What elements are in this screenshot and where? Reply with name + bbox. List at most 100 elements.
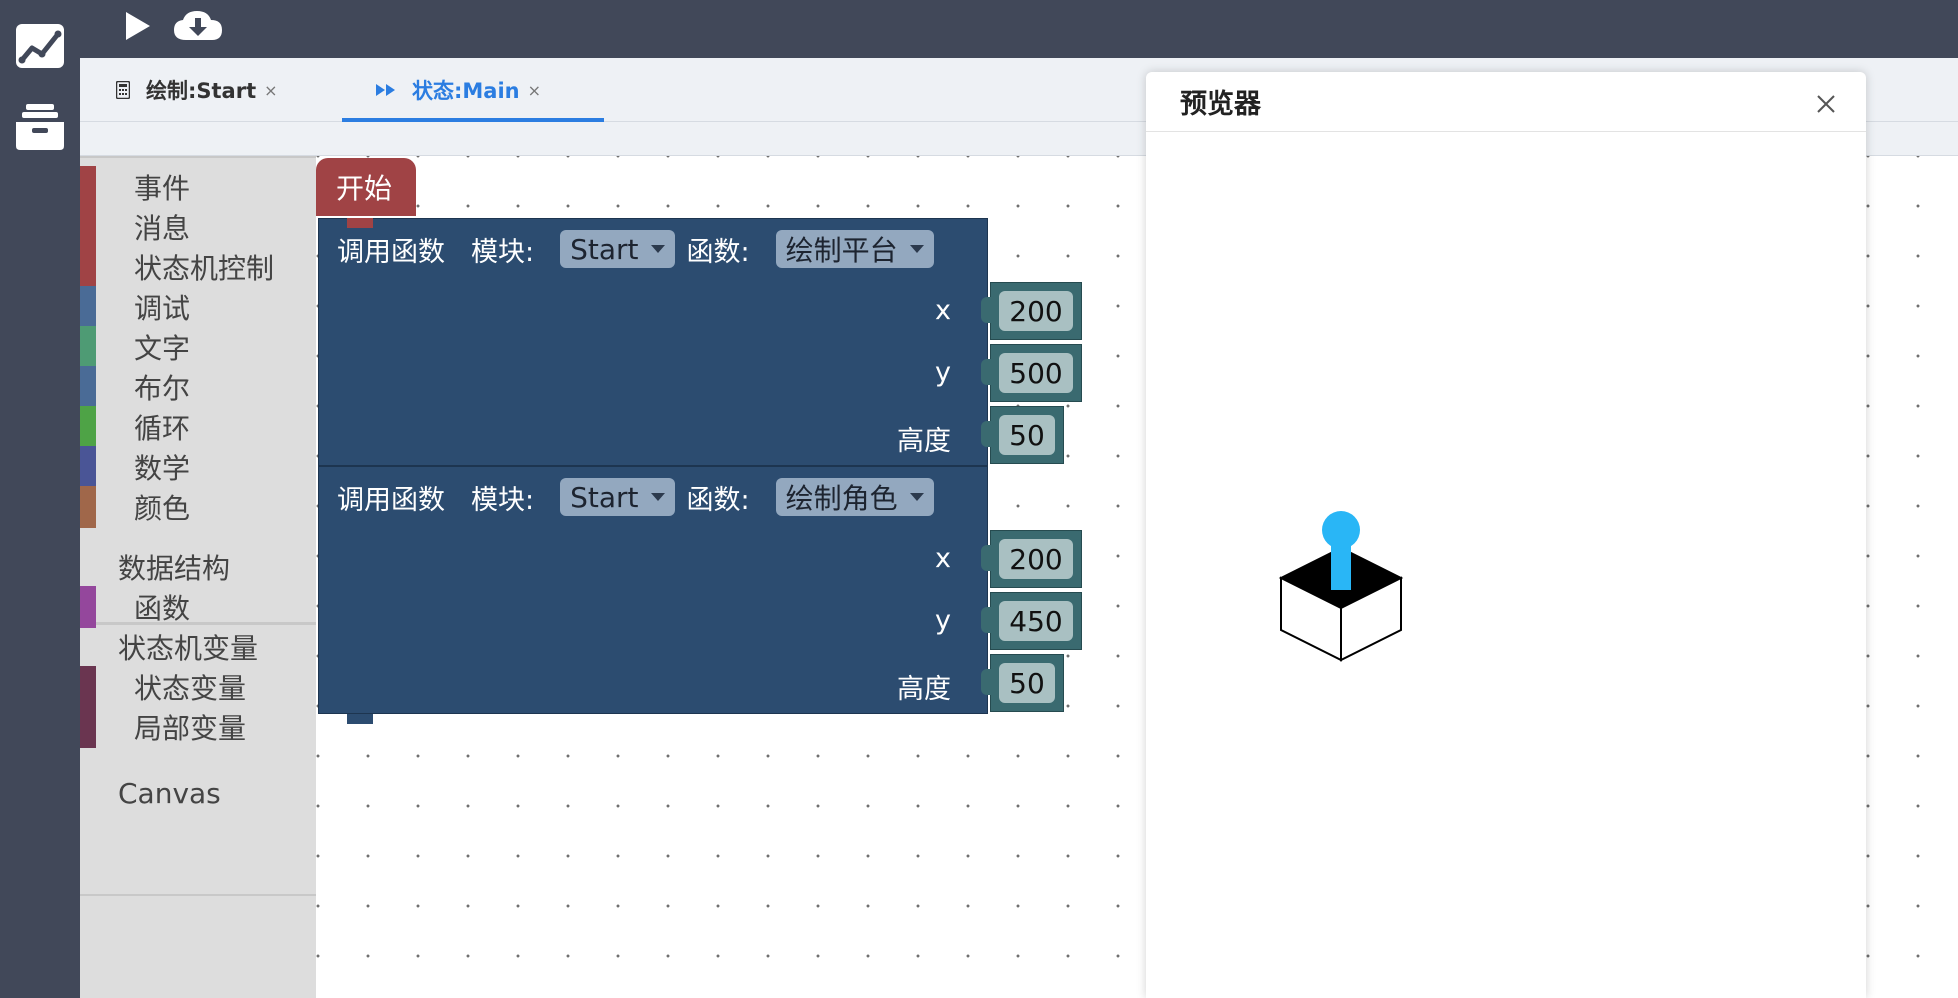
category-label: 数据结构 [118, 552, 231, 585]
left-rail [0, 0, 80, 998]
category-label: 状态机变量 [118, 632, 259, 665]
hat-label: 开始 [336, 172, 393, 205]
call-function-block[interactable]: 调用函数 模块: Start 函数: 绘制平台 x y 高度 [318, 218, 988, 466]
category-colors[interactable]: 颜色 [80, 486, 316, 528]
arg-label-x: x [935, 543, 951, 574]
block-header: 调用函数 模块: Start 函数: 绘制平台 [337, 229, 934, 269]
function-dropdown[interactable]: 绘制平台 [775, 230, 934, 268]
value-connector [981, 669, 995, 695]
number-block[interactable]: 450 [981, 592, 1082, 650]
module-value: Start [570, 232, 639, 266]
category-label: 状态变量 [134, 672, 247, 705]
module-dropdown[interactable]: Start [560, 230, 675, 268]
category-state-variables[interactable]: 状态变量 [80, 666, 316, 708]
close-button[interactable] [1814, 92, 1838, 116]
module-label: 模块: [471, 236, 535, 268]
module-dropdown[interactable]: Start [560, 478, 675, 516]
preview-canvas-sprite [1278, 510, 1408, 674]
category-label: 循环 [134, 412, 191, 445]
function-value: 绘制平台 [785, 234, 898, 267]
number-field[interactable]: 500 [999, 353, 1073, 393]
arg-label-y: y [935, 357, 951, 388]
number-field[interactable]: 200 [999, 539, 1073, 579]
number-field[interactable]: 50 [999, 415, 1055, 455]
category-label: 文字 [134, 332, 191, 365]
function-dropdown[interactable]: 绘制角色 [775, 478, 934, 516]
category-label: 调试 [134, 292, 191, 325]
category-debug[interactable]: 调试 [80, 286, 316, 328]
function-label: 函数: [686, 236, 750, 268]
category-data-structures[interactable]: 数据结构 [80, 546, 316, 588]
dropdown-arrow-icon [909, 493, 924, 501]
call-label: 调用函数 [337, 484, 445, 516]
call-label: 调用函数 [337, 236, 445, 268]
category-color-swatch [80, 406, 96, 448]
preview-title: 预览器 [1180, 89, 1261, 120]
category-functions[interactable]: 函数 [80, 586, 316, 628]
download-button[interactable] [168, 4, 228, 48]
toolbox-divider [80, 156, 316, 158]
category-fsm-control[interactable]: 状态机控制 [80, 246, 316, 288]
tab-close-icon[interactable]: × [528, 81, 541, 100]
category-boolean[interactable]: 布尔 [80, 366, 316, 408]
category-loops[interactable]: 循环 [80, 406, 316, 448]
function-label: 函数: [686, 484, 750, 516]
dropdown-arrow-icon [650, 245, 665, 253]
category-canvas[interactable]: Canvas [80, 772, 316, 814]
toolbox-divider [80, 894, 316, 896]
category-label: 消息 [134, 212, 191, 245]
category-color-swatch [80, 246, 96, 288]
category-label: 局部变量 [134, 712, 247, 745]
category-messages[interactable]: 消息 [80, 206, 316, 248]
category-fsm-variables[interactable]: 状态机变量 [80, 626, 316, 668]
category-events[interactable]: 事件 [80, 166, 316, 208]
category-label: 函数 [134, 592, 191, 625]
inbox-icon[interactable] [14, 100, 66, 152]
preview-header: 预览器 [1146, 72, 1866, 132]
number-block[interactable]: 200 [981, 282, 1082, 340]
number-block[interactable]: 50 [981, 654, 1064, 712]
tab-close-icon[interactable]: × [264, 81, 277, 100]
category-text[interactable]: 文字 [80, 326, 316, 368]
category-color-swatch [80, 486, 96, 528]
chart-icon[interactable] [14, 20, 66, 72]
category-label: 事件 [134, 172, 191, 205]
block-notch [347, 714, 373, 724]
number-field[interactable]: 200 [999, 291, 1073, 331]
category-math[interactable]: 数学 [80, 446, 316, 488]
value-connector [981, 545, 995, 571]
block-notch [347, 218, 373, 228]
tab-state-main[interactable]: 状态:Main × [376, 58, 541, 122]
arg-label-y: y [935, 605, 951, 636]
tab-label: 绘制:Start [146, 79, 257, 103]
category-color-swatch [80, 166, 96, 208]
number-block[interactable]: 500 [981, 344, 1082, 402]
tab-draw-start[interactable]: 绘制:Start × [116, 58, 278, 122]
arg-label-x: x [935, 295, 951, 326]
category-color-swatch [80, 326, 96, 368]
function-value: 绘制角色 [785, 482, 898, 515]
arg-label-height: 高度 [897, 674, 951, 705]
number-block[interactable]: 50 [981, 406, 1064, 464]
category-color-swatch [80, 706, 96, 748]
call-function-block[interactable]: 调用函数 模块: Start 函数: 绘制角色 x y 高度 [318, 466, 988, 724]
category-color-swatch [80, 666, 96, 708]
number-block[interactable]: 200 [981, 530, 1082, 588]
value-connector [981, 421, 995, 447]
number-field[interactable]: 450 [999, 601, 1073, 641]
category-label: Canvas [118, 776, 221, 810]
category-local-variables[interactable]: 局部变量 [80, 706, 316, 748]
start-hat-block[interactable]: 开始 [316, 158, 416, 216]
dropdown-arrow-icon [909, 245, 924, 253]
close-icon [1817, 95, 1835, 113]
fast-forward-icon [376, 83, 396, 97]
category-label: 状态机控制 [134, 252, 275, 285]
run-button[interactable] [118, 4, 158, 48]
category-color-swatch [80, 446, 96, 488]
value-connector [981, 607, 995, 633]
module-value: Start [570, 480, 639, 514]
number-field[interactable]: 50 [999, 663, 1055, 703]
play-icon [126, 12, 150, 40]
cloud-download-icon [174, 11, 222, 40]
block-header: 调用函数 模块: Start 函数: 绘制角色 [337, 477, 934, 517]
